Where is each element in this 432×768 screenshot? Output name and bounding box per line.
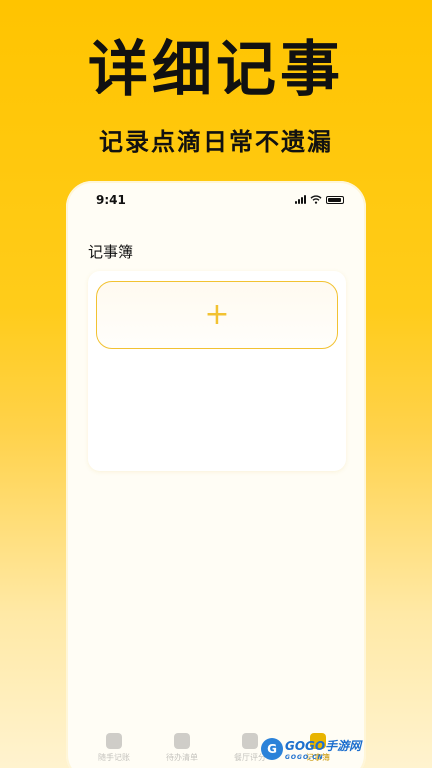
tab-label: 随手记账: [98, 753, 130, 762]
status-bar: 9:41: [66, 193, 366, 209]
tab-label: 待办清单: [166, 753, 198, 762]
notes-card: +: [88, 271, 346, 471]
status-time: 9:41: [96, 193, 126, 207]
watermark-text: GOGO手游网 GOGO.CN: [285, 737, 361, 761]
status-icons: [295, 195, 344, 204]
dining-icon: [242, 733, 258, 749]
wifi-icon: [310, 195, 322, 204]
list-icon: [174, 733, 190, 749]
edit-document-icon: [106, 733, 122, 749]
tab-todo[interactable]: 待办清单: [154, 733, 210, 768]
watermark-logo-icon: G: [261, 738, 283, 760]
page-title: 记事簿: [88, 243, 134, 261]
hero-title: 详细记事: [88, 35, 344, 105]
signal-icon: [295, 195, 306, 204]
battery-icon: [326, 195, 344, 204]
plus-icon: +: [204, 297, 230, 332]
watermark-subtitle: GOGO.CN: [285, 754, 324, 761]
watermark-title: GOGO手游网: [285, 739, 362, 753]
hero-subtitle: 记录点滴日常不遗漏: [99, 128, 333, 156]
hero-banner: 详细记事 记录点滴日常不遗漏: [0, 0, 432, 180]
tab-expenses[interactable]: 随手记账: [86, 733, 142, 768]
phone-mockup: 9:41 记事簿 + 随手记账 待办清单 餐厅评分 记事簿: [66, 181, 366, 768]
site-watermark: G GOGO手游网 GOGO.CN: [261, 737, 361, 761]
add-note-button[interactable]: +: [96, 281, 338, 349]
